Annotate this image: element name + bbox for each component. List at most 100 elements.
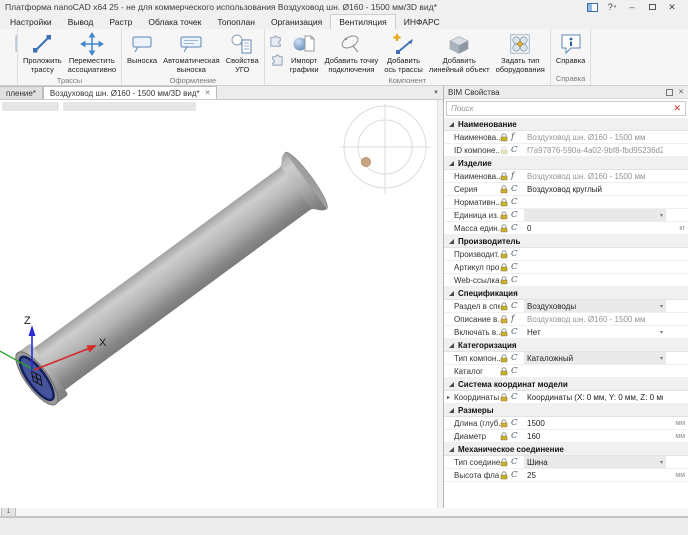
property-value[interactable]: Воздуховоды▾ — [524, 300, 666, 312]
add-route-axis-button[interactable]: Добавитьось трассы — [381, 30, 426, 75]
section-row[interactable]: Наименование — [444, 118, 688, 131]
help-button[interactable]: Справка — [553, 30, 588, 66]
account-panel-icon[interactable] — [582, 0, 602, 14]
lock-icon[interactable] — [500, 432, 511, 441]
property-row[interactable]: Описание в...fВоздуховод шн. Ø160 - 1500… — [444, 313, 688, 326]
property-value[interactable]: Нет▾ — [524, 326, 666, 338]
lock-icon[interactable] — [500, 328, 511, 337]
puzzle-button[interactable] — [268, 34, 286, 52]
puzzle2-button[interactable] — [268, 53, 286, 71]
command-area[interactable] — [0, 518, 688, 535]
lock-icon[interactable] — [500, 198, 511, 207]
lock-icon[interactable] — [500, 146, 511, 155]
lock-icon[interactable] — [500, 354, 511, 363]
property-row[interactable]: Длина (глуб...C1500мм — [444, 417, 688, 430]
dropdown-icon[interactable]: ▾ — [658, 355, 663, 362]
layout-tab[interactable]: 1 — [1, 507, 16, 516]
property-value[interactable] — [524, 365, 666, 377]
lock-icon[interactable] — [500, 393, 511, 402]
dropdown-icon[interactable]: ▾ — [658, 212, 663, 219]
lock-icon[interactable] — [500, 471, 511, 480]
collapse-icon[interactable] — [449, 161, 454, 166]
property-row[interactable]: Включать в...CНет▾ — [444, 326, 688, 339]
property-row[interactable]: ▸Координаты...CКоординаты (X: 0 мм, Y: 0… — [444, 391, 688, 404]
collapse-icon[interactable] — [449, 382, 454, 387]
property-value[interactable]: 160 — [524, 430, 666, 442]
menu-tab-Растр[interactable]: Растр — [101, 15, 140, 29]
lock-icon[interactable] — [500, 263, 511, 272]
lock-icon[interactable] — [500, 276, 511, 285]
doc-tab[interactable]: Воздуховод шн. Ø160 - 1500 мм/3D вид*✕ — [43, 86, 218, 99]
property-row[interactable]: КаталогC — [444, 365, 688, 378]
ugo-props-button[interactable]: СвойстваУГО — [223, 30, 262, 75]
property-value[interactable] — [524, 274, 666, 286]
callout-button[interactable]: Выноска — [124, 30, 160, 66]
menu-tab-Топоплан[interactable]: Топоплан — [209, 15, 263, 29]
collapse-icon[interactable] — [449, 447, 454, 452]
menu-tab-Вывод[interactable]: Вывод — [60, 15, 102, 29]
auto-callout-button[interactable]: Автоматическаявыноска — [160, 30, 223, 75]
property-value[interactable]: Каталожный▾ — [524, 352, 666, 364]
property-row[interactable]: Наименова..fВоздуховод шн. Ø160 - 1500 м… — [444, 131, 688, 144]
property-row[interactable]: ДиаметрC160мм — [444, 430, 688, 443]
expand-icon[interactable]: ▸ — [447, 394, 454, 401]
menu-tab-ИНФАРС[interactable]: ИНФАРС — [396, 15, 448, 29]
property-value[interactable]: Воздуховод круглый — [524, 183, 666, 195]
route-button[interactable]: Проложитьтрассу — [20, 30, 65, 75]
help-menu-button[interactable]: ?▾ — [602, 0, 622, 14]
tab-overflow-icon[interactable]: ▼ — [433, 90, 439, 96]
lock-icon[interactable] — [500, 172, 511, 181]
lock-icon[interactable] — [500, 211, 511, 220]
move-assoc-button[interactable]: Переместитьассоциативно — [65, 30, 119, 75]
dropdown-icon[interactable]: ▾ — [658, 303, 663, 310]
section-row[interactable]: Категоризация — [444, 339, 688, 352]
property-row[interactable]: Тип соедине..CШина▾ — [444, 456, 688, 469]
section-row[interactable]: Производитель — [444, 235, 688, 248]
set-equipment-type-button[interactable]: Задать типоборудования — [493, 30, 548, 75]
property-value[interactable]: Воздуховод шн. Ø160 - 1500 мм — [524, 313, 666, 325]
property-value[interactable]: f7a97876-590a-4a02-9bf8-fbd95236d266 — [524, 144, 666, 156]
lock-icon[interactable] — [500, 419, 511, 428]
lock-icon[interactable] — [500, 133, 511, 142]
section-row[interactable]: Размеры — [444, 404, 688, 417]
property-value[interactable] — [524, 248, 666, 260]
close-button[interactable]: ✕ — [662, 0, 682, 14]
section-row[interactable]: Система координат модели — [444, 378, 688, 391]
collapse-icon[interactable] — [449, 408, 454, 413]
property-value[interactable]: 1500 — [524, 417, 666, 429]
property-row[interactable]: Нормативн...C — [444, 196, 688, 209]
dropdown-icon[interactable]: ▾ — [658, 459, 663, 466]
close-tab-icon[interactable]: ✕ — [205, 89, 211, 97]
menu-tab-Настройки[interactable]: Настройки — [2, 15, 60, 29]
lock-icon[interactable] — [500, 458, 511, 467]
search-input[interactable]: Поиск ✕ — [446, 101, 686, 116]
section-row[interactable]: Спецификация — [444, 287, 688, 300]
section-row[interactable]: Механическое соединение — [444, 443, 688, 456]
minimize-button[interactable]: – — [622, 0, 642, 14]
menu-tab-Вентиляция[interactable]: Вентиляция — [330, 14, 396, 29]
property-value[interactable]: ▾ — [524, 209, 666, 221]
import-graphics-button[interactable]: Импортграфики — [287, 30, 322, 75]
property-row[interactable]: Наименова..fВоздуховод шн. Ø160 - 1500 м… — [444, 170, 688, 183]
navigation-locator[interactable] — [340, 104, 430, 194]
property-value[interactable]: 0 — [524, 222, 666, 234]
lock-icon[interactable] — [500, 367, 511, 376]
collapse-icon[interactable] — [449, 343, 454, 348]
property-row[interactable]: Масса един...C0кг — [444, 222, 688, 235]
section-row[interactable]: Изделие — [444, 157, 688, 170]
menu-tab-Организация[interactable]: Организация — [263, 15, 330, 29]
collapse-icon[interactable] — [449, 239, 454, 244]
property-row[interactable]: Тип компон...CКаталожный▾ — [444, 352, 688, 365]
property-value[interactable] — [524, 261, 666, 273]
menu-tab-Облака точек[interactable]: Облака точек — [140, 15, 209, 29]
lock-icon[interactable] — [500, 315, 511, 324]
doc-tab[interactable]: пление* — [0, 86, 43, 99]
lock-icon[interactable] — [500, 302, 511, 311]
property-row[interactable]: Раздел в спе...CВоздуховоды▾ — [444, 300, 688, 313]
property-row[interactable]: Высота фла...C25мм — [444, 469, 688, 482]
property-value[interactable]: Воздуховод шн. Ø160 - 1500 мм — [524, 170, 666, 182]
clear-search-icon[interactable]: ✕ — [673, 103, 681, 114]
property-row[interactable]: Производит...C — [444, 248, 688, 261]
panel-close-icon[interactable]: ✕ — [678, 88, 684, 96]
maximize-button[interactable] — [642, 0, 662, 14]
